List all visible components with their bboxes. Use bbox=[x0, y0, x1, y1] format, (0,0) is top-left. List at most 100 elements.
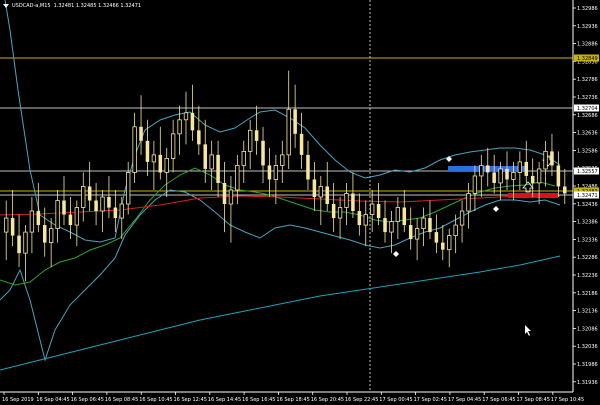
candle-body[interactable] bbox=[55, 200, 60, 229]
candle-body[interactable] bbox=[17, 235, 21, 254]
candle-body[interactable] bbox=[273, 165, 279, 180]
candle-body[interactable] bbox=[441, 242, 445, 250]
candle-body[interactable] bbox=[331, 204, 336, 219]
price-chart[interactable]: 1.329861.329361.328861.328361.327861.327… bbox=[0, 0, 600, 405]
candle-body[interactable] bbox=[299, 133, 304, 155]
candle-body[interactable] bbox=[197, 130, 201, 145]
price-tick-label: 1.32936 bbox=[577, 24, 598, 30]
candle-body[interactable] bbox=[312, 179, 317, 197]
candle-body[interactable] bbox=[421, 217, 426, 229]
symbol-timeframe-label: USDCAD-a,M15 bbox=[12, 2, 51, 9]
candle-body[interactable] bbox=[447, 235, 452, 251]
candle-body[interactable] bbox=[29, 210, 35, 233]
candle-body[interactable] bbox=[408, 225, 413, 240]
candle-body[interactable] bbox=[113, 207, 118, 219]
candle-body[interactable] bbox=[222, 182, 227, 205]
candle-body[interactable] bbox=[48, 228, 54, 244]
candle-body[interactable] bbox=[74, 207, 80, 226]
candle-body[interactable] bbox=[107, 197, 111, 208]
candle-body[interactable] bbox=[556, 165, 561, 187]
candle-body[interactable] bbox=[87, 186, 92, 201]
candle-body[interactable] bbox=[434, 232, 439, 243]
candle-body[interactable] bbox=[492, 172, 496, 183]
candle-body[interactable] bbox=[286, 108, 291, 156]
candle-body[interactable] bbox=[254, 130, 259, 141]
candle-body[interactable] bbox=[68, 214, 73, 226]
candle-body[interactable] bbox=[370, 203, 375, 215]
candle-body[interactable] bbox=[517, 161, 523, 173]
candle-body[interactable] bbox=[293, 109, 297, 134]
candle-body[interactable] bbox=[485, 165, 490, 173]
candle-body[interactable] bbox=[357, 211, 362, 226]
candle-body[interactable] bbox=[164, 157, 169, 173]
candle-body[interactable] bbox=[216, 154, 220, 183]
candle-body[interactable] bbox=[119, 203, 124, 219]
candle-body[interactable] bbox=[190, 112, 195, 131]
candle-body[interactable] bbox=[376, 204, 381, 219]
candle-body[interactable] bbox=[158, 154, 163, 173]
candle-body[interactable] bbox=[563, 186, 567, 194]
candle-body[interactable] bbox=[498, 168, 503, 184]
candle-body[interactable] bbox=[479, 165, 484, 177]
candle-body[interactable] bbox=[267, 165, 272, 180]
candle-body[interactable] bbox=[183, 112, 189, 121]
candle-body[interactable] bbox=[100, 196, 105, 212]
candle-body[interactable] bbox=[530, 175, 535, 183]
price-tick-label: 1.32636 bbox=[577, 131, 598, 137]
candle-body[interactable] bbox=[248, 129, 253, 152]
candle-body[interactable] bbox=[42, 225, 47, 243]
candle-body[interactable] bbox=[36, 211, 41, 226]
price-tick-label: 1.31986 bbox=[577, 362, 598, 368]
candle-body[interactable] bbox=[536, 168, 542, 184]
time-tick-label: 17 Sep 10:45 bbox=[551, 397, 584, 403]
candle-body[interactable] bbox=[241, 150, 246, 166]
candle-body[interactable] bbox=[151, 154, 157, 163]
candle-body[interactable] bbox=[344, 193, 349, 208]
candle-body[interactable] bbox=[389, 221, 394, 233]
candle-body[interactable] bbox=[453, 224, 458, 236]
candle-body[interactable] bbox=[543, 150, 548, 170]
candle-body[interactable] bbox=[325, 186, 329, 205]
candle-body[interactable] bbox=[337, 207, 343, 219]
candle-body[interactable] bbox=[511, 172, 516, 180]
candle-body[interactable] bbox=[203, 144, 208, 169]
candle-body[interactable] bbox=[318, 186, 323, 198]
candle-body[interactable] bbox=[383, 218, 387, 233]
candle-body[interactable] bbox=[428, 218, 432, 233]
candle-body[interactable] bbox=[132, 126, 137, 173]
candle-body[interactable] bbox=[4, 217, 9, 233]
candle-body[interactable] bbox=[126, 172, 131, 205]
price-tick-label: 1.32786 bbox=[577, 77, 598, 83]
candle-body[interactable] bbox=[524, 161, 529, 176]
candle-body[interactable] bbox=[351, 193, 355, 212]
candle-body[interactable] bbox=[402, 207, 407, 226]
chart-menu-triangle-icon[interactable] bbox=[3, 4, 9, 8]
candle-body[interactable] bbox=[145, 140, 150, 162]
candle-body[interactable] bbox=[177, 119, 182, 135]
time-tick-label: 16 Sep 20:45 bbox=[311, 397, 344, 403]
candle-body[interactable] bbox=[505, 168, 509, 180]
candle-body[interactable] bbox=[472, 175, 478, 194]
candle-body[interactable] bbox=[395, 207, 401, 222]
candle-body[interactable] bbox=[459, 210, 465, 226]
candle-body[interactable] bbox=[228, 189, 234, 205]
candle-body[interactable] bbox=[261, 140, 265, 166]
price-tick-label: 1.32186 bbox=[577, 291, 598, 297]
price-tick-label: 1.32136 bbox=[577, 309, 598, 315]
candle-body[interactable] bbox=[209, 154, 214, 170]
candle-body[interactable] bbox=[363, 214, 368, 226]
candle-body[interactable] bbox=[170, 133, 176, 159]
candle-body[interactable] bbox=[235, 165, 240, 191]
candle-body[interactable] bbox=[414, 228, 420, 240]
candle-body[interactable] bbox=[81, 186, 86, 208]
candle-body[interactable] bbox=[23, 231, 28, 254]
price-tick-label: 1.32286 bbox=[577, 255, 598, 261]
candle-body[interactable] bbox=[10, 218, 15, 236]
candle-body[interactable] bbox=[466, 193, 471, 212]
candle-body[interactable] bbox=[550, 151, 554, 166]
candle-body[interactable] bbox=[94, 200, 98, 212]
candle-body[interactable] bbox=[280, 154, 285, 166]
candle-body[interactable] bbox=[139, 126, 143, 141]
candle-body[interactable] bbox=[306, 154, 310, 180]
candle-body[interactable] bbox=[62, 200, 66, 215]
